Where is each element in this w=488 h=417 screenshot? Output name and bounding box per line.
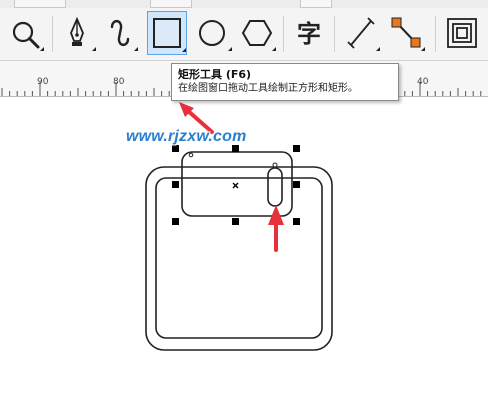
rounded-square-inner[interactable]	[155, 177, 323, 339]
corner-radius-handle[interactable]	[267, 167, 283, 207]
tooltip-description: 在绘图窗口拖动工具绘制正方形和矩形。	[178, 83, 358, 94]
red-arrow-up-icon	[268, 205, 284, 252]
handle-top-left[interactable]	[172, 145, 179, 152]
watermark: www.rjzxw.com	[126, 128, 247, 145]
corner-node[interactable]	[188, 152, 194, 158]
handle-bottom-center[interactable]	[232, 218, 239, 225]
tool-tooltip: 矩形工具 (F6) 在绘图窗口拖动工具绘制正方形和矩形。	[171, 63, 399, 101]
handle-bottom-right[interactable]	[293, 218, 300, 225]
tooltip-title: 矩形工具 (F6)	[178, 68, 252, 81]
handle-top-right[interactable]	[293, 145, 300, 152]
corner-node[interactable]	[272, 162, 278, 168]
rounded-square-outer[interactable]	[145, 166, 333, 351]
handle-middle-right[interactable]	[293, 181, 300, 188]
handle-middle-left[interactable]	[172, 181, 179, 188]
handle-top-center[interactable]	[232, 145, 239, 152]
center-mark-icon	[232, 182, 239, 189]
handle-bottom-left[interactable]	[172, 218, 179, 225]
